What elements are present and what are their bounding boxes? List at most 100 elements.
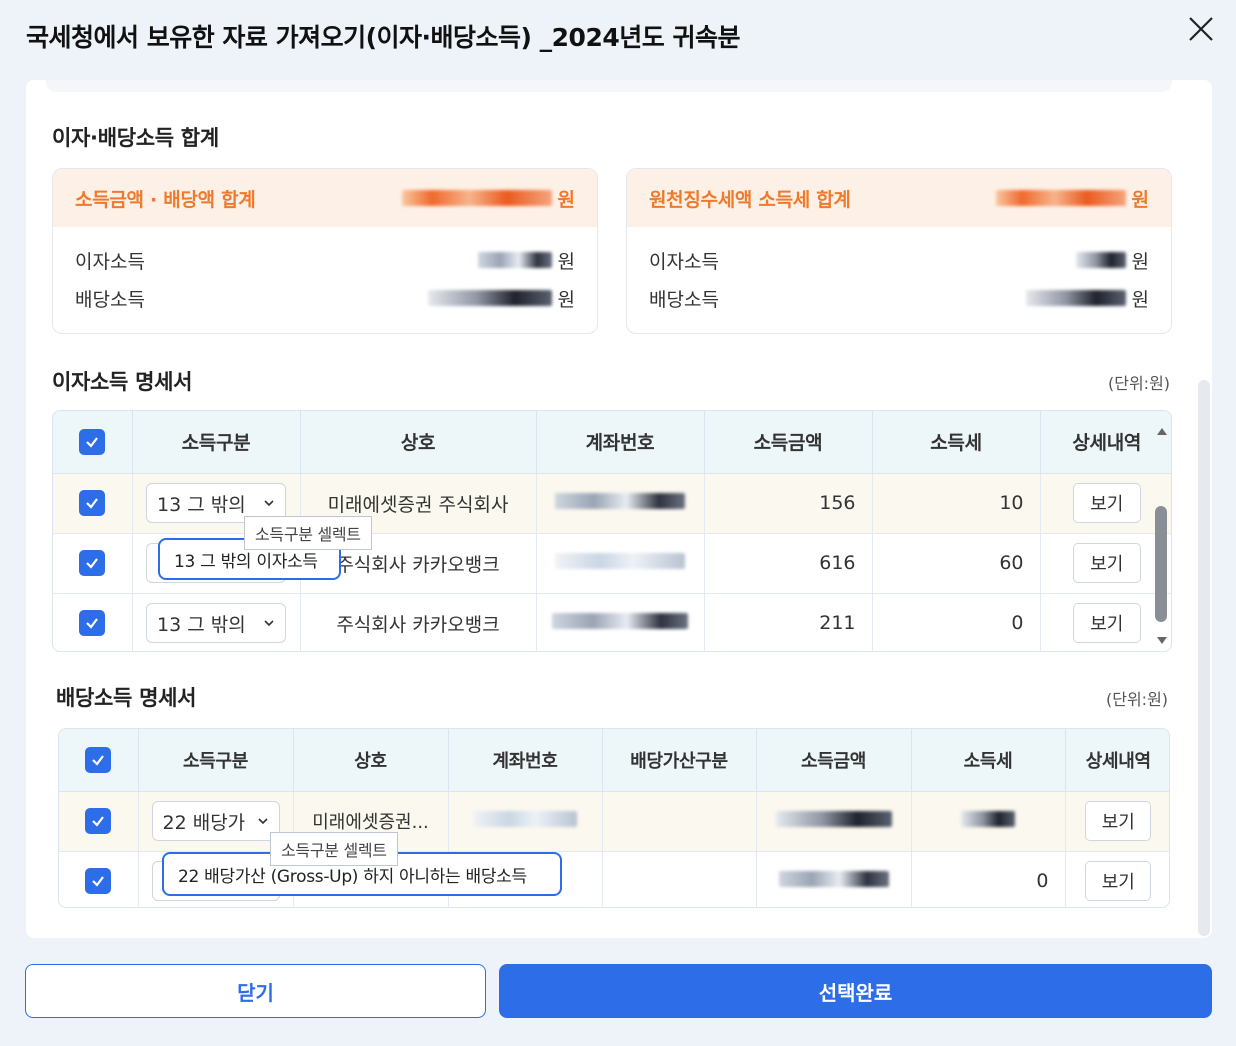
company-cell: 주식회사 카카오뱅크 [300,593,537,651]
dividend-gross-up-cell [602,791,757,852]
check-icon [92,876,105,887]
tax-cell: 10 [872,473,1041,534]
chevron-down-icon [264,500,274,507]
interest-table: 소득구분 상호 계좌번호 소득금액 소득세 상세내역 13 그 밖의 미래에셋증… [52,410,1172,652]
masked-amount [1025,290,1126,306]
check-icon [86,498,99,509]
column-header: 소득세 [911,729,1066,792]
tax-cell: 0 [872,593,1041,651]
masked-account [552,613,688,630]
close-button[interactable] [1184,12,1218,46]
unit-label: 원 [557,188,575,211]
income-dividend-row: 배당소득 원 [53,279,597,317]
tax-cell [911,791,1066,852]
unit-label: 원 [557,288,575,311]
account-cell [536,473,705,534]
masked-amount [775,811,892,827]
column-header: 소득구분 [138,729,294,792]
column-header: 소득금액 [756,729,912,792]
column-header: 계좌번호 [448,729,603,792]
amount-cell [756,791,912,852]
masked-amount [1075,252,1126,268]
account-cell [536,533,705,594]
check-icon [92,816,105,827]
summary-title: 이자·배당소득 합계 [52,126,219,150]
check-icon [86,618,99,629]
amount-cell: 211 [704,593,873,651]
select-all-checkbox[interactable] [79,428,106,455]
unit-label: 원 [1131,250,1149,273]
masked-amount [427,290,552,306]
select-all-cell [59,729,139,792]
amount-cell: 156 [704,473,873,534]
column-header: 배당가산구분 [602,729,757,792]
dividend-unit-label: (단위:원) [1106,690,1169,709]
table-scroll-up-icon[interactable] [1156,422,1168,441]
content-scrollbar[interactable] [1198,380,1210,936]
tax-cell: 60 [872,533,1041,594]
amount-cell [756,851,912,907]
income-type-select[interactable]: 22 배당가 [151,801,280,841]
view-detail-button[interactable]: 보기 [1072,603,1141,644]
account-cell [536,593,705,651]
row-checkbox[interactable] [79,490,106,516]
close-modal-button[interactable]: 닫기 [25,964,486,1018]
tax-summary-label: 원천징수세액 소득세 합계 [649,188,851,211]
column-header: 소득구분 [132,411,301,474]
masked-account [473,811,577,827]
row-label: 배당소득 [649,288,719,311]
view-detail-button[interactable]: 보기 [1085,861,1152,902]
column-header: 상세내역 [1065,729,1169,792]
masked-amount [995,190,1126,206]
chevron-down-icon [264,620,274,627]
column-header: 상호 [300,411,537,474]
table-scrollbar-thumb[interactable] [1155,506,1167,622]
dividend-section-title: 배당소득 명세서 [56,686,197,710]
view-detail-button[interactable]: 보기 [1085,801,1152,841]
income-summary-box: 소득금액 · 배당액 합계 원 이자소득 원 배당소득 원 [52,168,598,334]
unit-label: 원 [1131,188,1149,211]
view-detail-button[interactable]: 보기 [1072,483,1141,523]
interest-unit-label: (단위:원) [1108,374,1171,393]
tax-cell: 0 [911,851,1066,907]
tax-dividend-row: 배당소득 원 [627,279,1171,317]
select-value: 13 그 밖의 [157,613,246,636]
row-checkbox[interactable] [79,610,106,637]
masked-account [555,553,685,569]
masked-amount [477,252,552,268]
income-summary-header: 소득금액 · 배당액 합계 원 [53,169,597,227]
income-type-select[interactable]: 13 그 밖의 [146,603,286,644]
select-tooltip: 소득구분 셀렉트 [270,832,398,866]
select-value: 22 배당가 [162,811,246,834]
chevron-down-icon [257,818,268,825]
select-all-cell [53,411,133,474]
check-icon [86,558,99,569]
column-header: 소득금액 [704,411,873,474]
confirm-selection-button[interactable]: 선택완료 [499,964,1212,1018]
table-row: 22 배당가 미래에셋증권... 보기 [59,791,1169,852]
modal-title: 국세청에서 보유한 자료 가져오기(이자·배당소득) _2024년도 귀속분 [26,23,740,52]
tax-interest-row: 이자소득 원 [627,241,1171,279]
column-header: 상세내역 [1040,411,1171,474]
dividend-gross-up-cell [602,851,757,907]
unit-label: 원 [1131,288,1149,311]
check-icon [86,437,99,448]
row-checkbox[interactable] [85,808,112,834]
masked-account [555,493,685,509]
interest-section-title: 이자소득 명세서 [52,370,193,394]
row-label: 이자소득 [649,250,719,273]
modal-content: 이자·배당소득 합계 소득금액 · 배당액 합계 원 이자소득 원 배당소득 원… [26,80,1212,938]
view-detail-button[interactable]: 보기 [1072,543,1141,583]
masked-tax [961,811,1015,827]
table-scroll-down-icon[interactable] [1156,630,1168,649]
close-icon[interactable] [1187,15,1215,43]
row-checkbox[interactable] [85,868,112,895]
row-label: 배당소득 [75,288,145,311]
row-checkbox[interactable] [79,550,106,576]
select-all-checkbox[interactable] [85,746,112,773]
masked-amount [401,190,552,206]
tax-summary-box: 원천징수세액 소득세 합계 원 이자소득 원 배당소득 원 [626,168,1172,334]
select-tooltip: 소득구분 셀렉트 [244,516,372,550]
column-header: 소득세 [872,411,1041,474]
check-icon [92,755,105,766]
